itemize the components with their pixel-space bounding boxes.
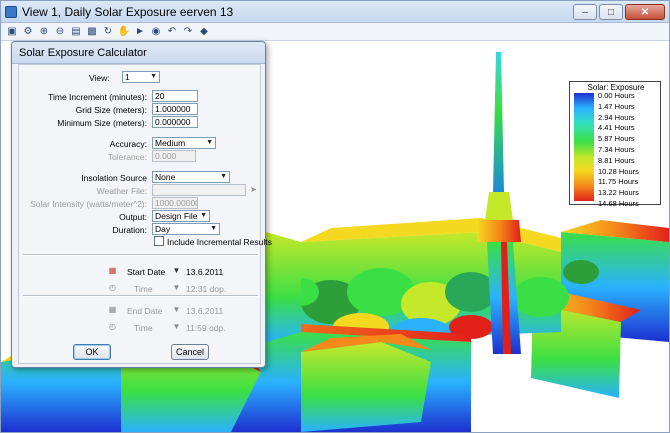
duration-select[interactable]: Day ▼	[152, 223, 220, 235]
view-window: View 1, Daily Solar Exposure eerven 13 –…	[0, 0, 670, 433]
chevron-down-icon: ▼	[200, 212, 207, 219]
legend-label: 0.00 Hours	[598, 91, 635, 100]
browse-file-icon[interactable]: ➤	[249, 185, 258, 194]
weather-file-input[interactable]	[152, 184, 246, 196]
chevron-down-icon: ▼	[210, 225, 217, 232]
chevron-down-icon[interactable]: ▼	[172, 305, 181, 314]
zoom-out-icon[interactable]: ⊖	[53, 25, 67, 39]
legend-label: 14.68 Hours	[598, 198, 639, 208]
levels-icon[interactable]: ⚙	[21, 25, 35, 39]
output-label: Output:	[119, 212, 147, 222]
cancel-button[interactable]: Cancel	[171, 344, 209, 360]
start-time-value[interactable]: 12:31 dop.	[186, 284, 226, 294]
maximize-button[interactable]: □	[599, 4, 623, 20]
output-select[interactable]: Design File ▼	[152, 210, 210, 222]
window-title: View 1, Daily Solar Exposure eerven 13	[22, 4, 234, 19]
building-left	[266, 232, 301, 342]
legend-label: 4.41 Hours	[598, 123, 635, 133]
accuracy-select[interactable]: Medium ▼	[152, 137, 216, 149]
tolerance-input[interactable]: 0.000	[152, 150, 196, 162]
window-controls: – □ ✕	[573, 4, 665, 20]
chevron-down-icon: ▼	[220, 173, 227, 180]
chevron-down-icon: ▼	[206, 139, 213, 146]
incremental-results-checkbox[interactable]	[154, 236, 164, 246]
walk-icon[interactable]: ►	[133, 25, 147, 39]
tower-platform	[477, 220, 521, 242]
min-size-label: Minimum Size (meters):	[57, 118, 147, 128]
legend-label: 8.81 Hours	[598, 155, 635, 165]
undo-view-icon[interactable]: ↶	[165, 25, 179, 39]
min-size-input[interactable]: 0.000000	[152, 116, 198, 128]
legend-label: 2.94 Hours	[598, 112, 635, 122]
solar-intensity-input[interactable]: 1000.00000	[152, 197, 198, 209]
insolation-select-value: None	[155, 172, 176, 182]
view-toolbar: ▣ ⚙ ⊕ ⊖ ▤ ▩ ↻ ✋ ► ◉ ↶ ↷ ◆	[1, 23, 669, 41]
calendar-icon: ▦	[108, 305, 117, 314]
end-time-label: Time	[134, 323, 153, 333]
tower-spire	[493, 52, 504, 192]
insolation-select[interactable]: None ▼	[152, 171, 230, 183]
grid-size-label: Grid Size (meters):	[75, 105, 147, 115]
incremental-results-label: Include Incremental Results	[167, 237, 272, 247]
separator	[23, 295, 258, 297]
rotate-view-icon[interactable]: ↻	[101, 25, 115, 39]
title-bar[interactable]: View 1, Daily Solar Exposure eerven 13 –…	[1, 1, 669, 23]
dialog-body: View: 1 ▼ Time Increment (minutes): 20 G…	[18, 64, 272, 364]
solar-exposure-legend: Solar: Exposure 0.00 Hours 1.47 Hours 2.…	[569, 81, 661, 208]
legend-label: 11.75 Hours	[598, 177, 639, 187]
clock-icon: ◴	[109, 322, 116, 331]
legend-color-bar	[574, 93, 594, 201]
duration-label: Duration:	[112, 225, 148, 235]
output-select-value: Design File	[155, 211, 198, 221]
accuracy-label: Accuracy:	[109, 139, 147, 149]
end-time-value[interactable]: 11:59 odp.	[186, 323, 226, 333]
fit-view-icon[interactable]: ▩	[85, 25, 99, 39]
time-increment-label: Time Increment (minutes):	[48, 92, 147, 102]
window-area-icon[interactable]: ▤	[69, 25, 83, 39]
render-icon[interactable]: ◆	[197, 25, 211, 39]
start-date-value[interactable]: 13.6.2011	[186, 267, 223, 277]
chevron-down-icon[interactable]: ▼	[172, 322, 181, 331]
pan-icon[interactable]: ✋	[117, 25, 131, 39]
close-button[interactable]: ✕	[625, 4, 665, 20]
app-icon	[5, 5, 17, 18]
legend-label: 5.87 Hours	[598, 134, 635, 144]
chevron-down-icon[interactable]: ▼	[172, 266, 181, 275]
end-date-value[interactable]: 13.6.2011	[186, 306, 223, 316]
start-date-label: Start Date	[127, 267, 166, 277]
zoom-in-icon[interactable]: ⊕	[37, 25, 51, 39]
legend-labels: 0.00 Hours 1.47 Hours 2.94 Hours 4.41 Ho…	[598, 91, 639, 210]
insolation-label: Insolation Source	[81, 173, 147, 183]
legend-label: 7.34 Hours	[598, 144, 635, 154]
calendar-icon: ▦	[108, 266, 117, 275]
view-attributes-icon[interactable]: ▣	[5, 25, 19, 39]
legend-label: 10.28 Hours	[598, 166, 639, 176]
accuracy-select-value: Medium	[155, 138, 186, 148]
dialog-title[interactable]: Solar Exposure Calculator	[12, 42, 265, 64]
start-time-label: Time	[134, 284, 153, 294]
separator	[23, 254, 258, 256]
camera-icon[interactable]: ◉	[149, 25, 163, 39]
chevron-down-icon: ▼	[150, 73, 157, 80]
redo-view-icon[interactable]: ↷	[181, 25, 195, 39]
clock-icon: ◴	[109, 283, 116, 292]
building-front-center	[301, 342, 431, 432]
view-label: View:	[89, 73, 110, 83]
duration-select-value: Day	[155, 224, 171, 234]
weather-file-label: Weather File:	[96, 186, 147, 196]
legend-label: 1.47 Hours	[598, 101, 635, 111]
time-increment-input[interactable]: 20	[152, 90, 198, 102]
tower-upper	[485, 192, 513, 220]
view-select[interactable]: 1 ▼	[122, 71, 160, 83]
solar-intensity-label: Solar Intensity (watts/meter^2):	[30, 199, 147, 209]
grid-size-input[interactable]: 1.000000	[152, 103, 198, 115]
solar-exposure-dialog: Solar Exposure Calculator View: 1 ▼ Time…	[11, 41, 272, 368]
chevron-down-icon[interactable]: ▼	[172, 283, 181, 292]
ok-button[interactable]: OK	[73, 344, 111, 360]
tolerance-label: Tolerance:	[107, 152, 147, 162]
end-date-label: End Date	[127, 306, 163, 316]
minimize-button[interactable]: –	[573, 4, 597, 20]
view-select-value: 1	[125, 72, 130, 82]
legend-label: 13.22 Hours	[598, 188, 639, 198]
